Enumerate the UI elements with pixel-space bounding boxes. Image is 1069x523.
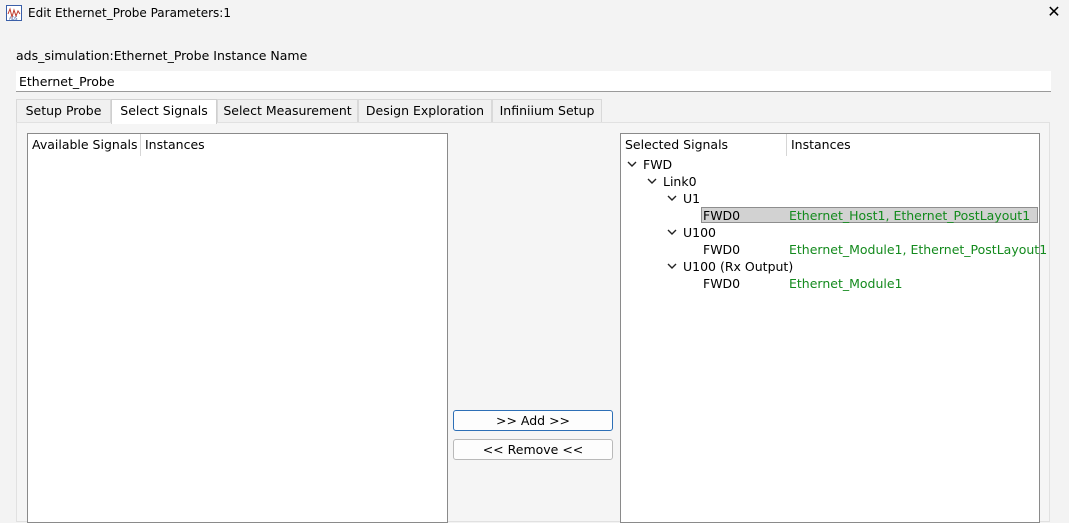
tree-item-u100-rx-output[interactable]: U100 (Rx Output)	[621, 258, 1039, 275]
chevron-down-icon[interactable]	[666, 190, 678, 207]
tree-item-label: U1	[683, 191, 701, 206]
add-button[interactable]: >> Add >>	[453, 410, 613, 431]
column-instances[interactable]: Instances	[787, 134, 987, 156]
instance-name-input[interactable]: Ethernet_Probe	[16, 71, 1051, 92]
available-signals-list[interactable]: Available Signals Instances	[27, 133, 448, 523]
close-button[interactable]: ✕	[1040, 0, 1068, 26]
column-selected-signals[interactable]: Selected Signals	[621, 134, 787, 156]
available-signals-header: Available Signals Instances	[28, 134, 447, 156]
column-available-signals[interactable]: Available Signals	[28, 134, 141, 156]
window-title: Edit Ethernet_Probe Parameters:1	[28, 6, 231, 20]
chevron-down-icon[interactable]	[666, 258, 678, 275]
tree-item-instances: Ethernet_Module1	[789, 276, 903, 291]
tree-item-link0[interactable]: Link0	[621, 173, 1039, 190]
tree-item-u100[interactable]: U100	[621, 224, 1039, 241]
tree-item-label: Link0	[663, 174, 697, 189]
tree-item-fwd0-u100-rx[interactable]: FWD0 Ethernet_Module1	[621, 275, 1039, 292]
select-signals-page: Available Signals Instances >> Add >> <<…	[16, 122, 1050, 523]
remove-button[interactable]: << Remove <<	[453, 439, 613, 460]
selected-signals-tree[interactable]: Selected Signals Instances FWD Link0 U1 …	[620, 133, 1047, 523]
tree-item-fwd0-u1[interactable]: FWD0 Ethernet_Host1, Ethernet_PostLayout…	[621, 207, 1039, 224]
tree-item-fwd0-u100[interactable]: FWD0 Ethernet_Module1, Ethernet_PostLayo…	[621, 241, 1047, 258]
tree-item-instances: Ethernet_Module1, Ethernet_PostLayout1	[789, 242, 1048, 257]
tab-design-exploration[interactable]: Design Exploration	[358, 99, 492, 122]
tab-infiniium-setup[interactable]: Infiniium Setup	[492, 99, 602, 122]
tree-item-label: U100 (Rx Output)	[683, 259, 794, 274]
svg-text:ADS: ADS	[9, 16, 18, 21]
title-bar: ADS Edit Ethernet_Probe Parameters:1 ✕	[0, 0, 1069, 28]
tree-item-label: FWD0	[703, 276, 741, 291]
column-instances[interactable]: Instances	[141, 134, 341, 156]
tree-item-label: FWD0	[703, 242, 741, 257]
tree-item-label: FWD	[643, 157, 673, 172]
tab-select-signals[interactable]: Select Signals	[111, 99, 217, 124]
tab-setup-probe[interactable]: Setup Probe	[16, 99, 111, 122]
chevron-down-icon[interactable]	[626, 156, 638, 173]
chevron-down-icon[interactable]	[666, 224, 678, 241]
selected-signals-header: Selected Signals Instances	[621, 134, 1039, 156]
tree-item-u1[interactable]: U1	[621, 190, 1039, 207]
chevron-down-icon[interactable]	[646, 173, 658, 190]
tree-item-fwd[interactable]: FWD	[621, 156, 1039, 173]
close-icon: ✕	[1047, 2, 1061, 21]
tree-item-label: FWD0	[703, 208, 741, 223]
tree-item-instances: Ethernet_Host1, Ethernet_PostLayout1	[789, 208, 1031, 223]
tree-item-label: U100	[683, 225, 717, 240]
tab-select-measurement[interactable]: Select Measurement	[217, 99, 358, 122]
instance-name-label: ads_simulation:Ethernet_Probe Instance N…	[16, 48, 308, 63]
app-icon: ADS	[6, 5, 22, 21]
